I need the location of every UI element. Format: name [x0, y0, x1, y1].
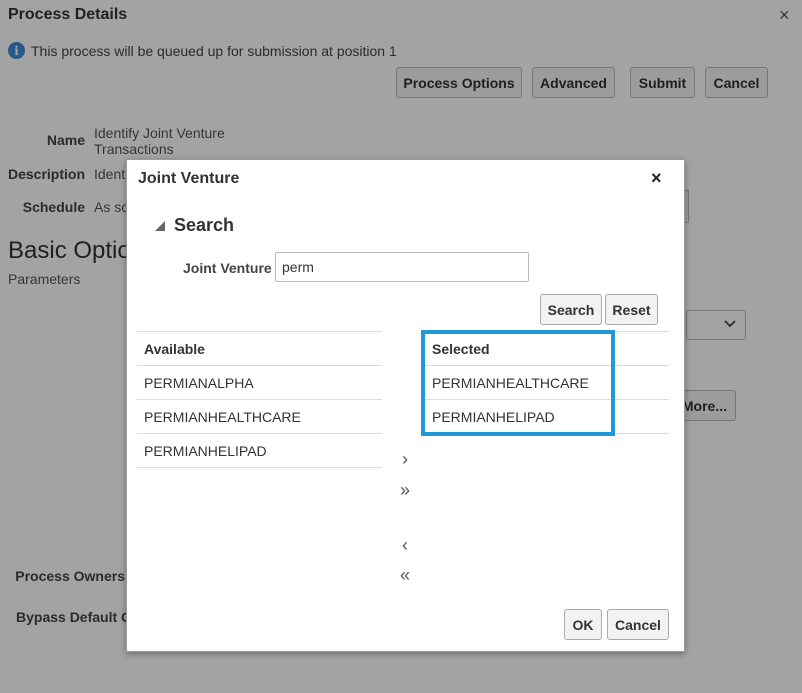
remove-selected-icon[interactable]: ‹ [395, 535, 415, 556]
cancel-button[interactable]: Cancel [607, 609, 669, 640]
list-item[interactable]: PERMIANALPHA [137, 366, 382, 400]
joint-venture-input[interactable] [275, 252, 529, 282]
move-selected-icon[interactable]: › [395, 449, 415, 470]
selected-highlight-box [421, 330, 615, 436]
collapse-triangle-icon [155, 220, 165, 231]
search-section-toggle[interactable]: Search [155, 215, 234, 236]
list-item[interactable]: PERMIANHELIPAD [137, 434, 382, 468]
joint-venture-dialog: Joint Venture × Search Joint Venture Sea… [126, 159, 685, 652]
ok-button[interactable]: OK [564, 609, 602, 640]
available-list: Available PERMIANALPHA PERMIANHEALTHCARE… [137, 331, 382, 468]
dialog-title: Joint Venture [138, 170, 240, 187]
reset-button[interactable]: Reset [605, 294, 658, 325]
available-header: Available [137, 331, 382, 366]
remove-all-icon[interactable]: « [395, 565, 415, 586]
joint-venture-label: Joint Venture [183, 260, 272, 276]
move-all-icon[interactable]: » [395, 480, 415, 501]
search-button[interactable]: Search [540, 294, 602, 325]
list-item[interactable]: PERMIANHEALTHCARE [137, 400, 382, 434]
search-header: Search [174, 215, 235, 235]
close-icon[interactable]: × [651, 168, 662, 189]
